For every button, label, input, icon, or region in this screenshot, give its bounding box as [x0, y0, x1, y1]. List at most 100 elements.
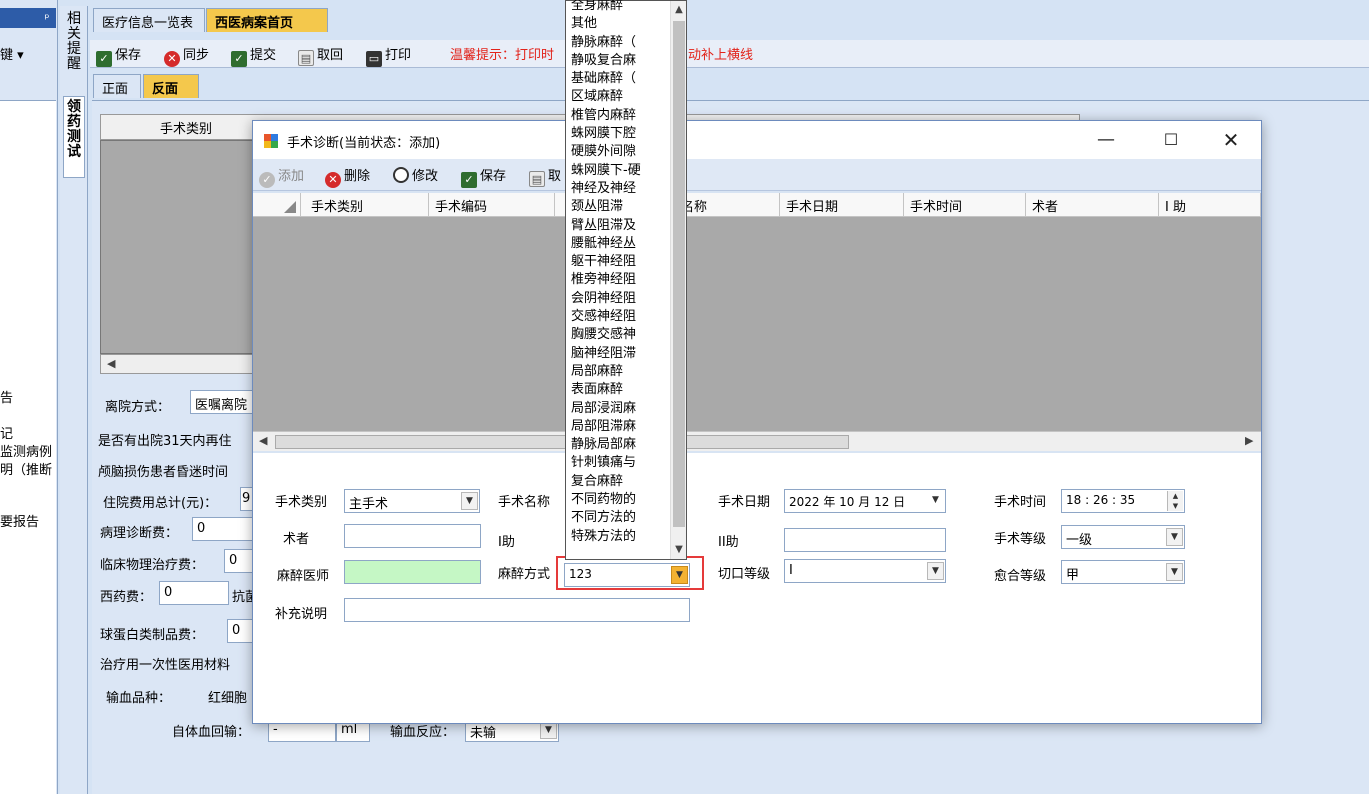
- dropdown-option[interactable]: 静脉麻醉（: [568, 34, 670, 52]
- grid-corner[interactable]: [253, 193, 301, 217]
- close-icon[interactable]: ✕: [1208, 125, 1254, 155]
- scroll-up-icon[interactable]: ▲: [671, 1, 687, 19]
- dropdown-option[interactable]: 神经及神经: [568, 180, 670, 198]
- col-surgery-category[interactable]: 手术类别: [301, 193, 429, 217]
- dropdown-option[interactable]: 局部浸润麻: [568, 400, 670, 418]
- chevron-down-icon[interactable]: ▼: [1166, 528, 1183, 546]
- scroll-thumb[interactable]: [275, 435, 849, 449]
- surgeon-field[interactable]: [344, 524, 481, 548]
- col-surgery-name[interactable]: 名称: [675, 193, 780, 217]
- save-button[interactable]: ✓ 保存: [96, 44, 141, 67]
- dropdown-option[interactable]: 会阴神经阻: [568, 290, 670, 308]
- tab-drug-test[interactable]: 领药测试: [63, 96, 85, 178]
- dropdown-option[interactable]: 不同方法的: [568, 509, 670, 527]
- discharge-method-field[interactable]: 医嘱离院: [190, 390, 254, 414]
- scroll-left-icon[interactable]: ◀: [259, 434, 267, 447]
- print-button[interactable]: ▭ 打印: [366, 44, 411, 67]
- dropdown-option[interactable]: 硬膜外间隙: [568, 143, 670, 161]
- dropdown-option[interactable]: 局部阻滞麻: [568, 418, 670, 436]
- surgery-category-select[interactable]: 主手术 ▼: [344, 489, 480, 513]
- dropdown-option[interactable]: 基础麻醉（: [568, 70, 670, 88]
- healing-level-select[interactable]: 甲 ▼: [1061, 560, 1185, 584]
- dropdown-option[interactable]: 静脉局部麻: [568, 436, 670, 454]
- dropdown-option[interactable]: 脑神经阻滞: [568, 345, 670, 363]
- pathology-fee-field[interactable]: 0: [192, 517, 254, 541]
- tab-front[interactable]: 正面: [93, 74, 141, 98]
- chevron-down-icon[interactable]: ▼: [1166, 563, 1183, 581]
- dropdown-option[interactable]: 蛛网膜下腔: [568, 125, 670, 143]
- left-list-item[interactable]: 监测病例: [0, 441, 52, 460]
- note-field[interactable]: [344, 598, 690, 622]
- dropdown-option[interactable]: 静吸复合麻: [568, 52, 670, 70]
- anesthetist-field[interactable]: [344, 560, 481, 584]
- left-list-item[interactable]: 明（推断: [0, 459, 52, 478]
- western-drug-fee-field[interactable]: 0: [159, 581, 229, 605]
- dropdown-option[interactable]: 复合麻醉: [568, 473, 670, 491]
- tab-related-reminders[interactable]: 相关提醒: [63, 12, 85, 72]
- chevron-down-icon[interactable]: ▼: [927, 492, 944, 510]
- surgery-date-picker[interactable]: 2022 年 10 月 12 日 ▼: [784, 489, 946, 513]
- edit-button[interactable]: 修改: [393, 165, 438, 184]
- col-surgery-time[interactable]: 手术时间: [904, 193, 1026, 217]
- dropdown-option[interactable]: 针刺镇痛与: [568, 454, 670, 472]
- fetch-button[interactable]: ▤ 取: [529, 165, 561, 187]
- col-surgery-code[interactable]: 手术编码: [429, 193, 555, 217]
- left-list-item[interactable]: 要报告: [0, 511, 39, 530]
- background-grid-scrollbar[interactable]: ◀: [100, 354, 260, 374]
- dropdown-option[interactable]: 表面麻醉: [568, 381, 670, 399]
- dropdown-scrollbar[interactable]: ▲ ▼: [670, 1, 686, 559]
- save-button[interactable]: ✓ 保存: [461, 165, 506, 188]
- dialog-titlebar[interactable]: 手术诊断(当前状态：添加) — ☐ ✕: [253, 121, 1261, 159]
- dropdown-option[interactable]: 不同药物的: [568, 491, 670, 509]
- tab-back[interactable]: 反面: [143, 74, 199, 98]
- left-list-item[interactable]: 记: [0, 423, 13, 442]
- pin-icon[interactable]: ᵖ: [40, 8, 54, 28]
- scroll-left-icon[interactable]: ◀: [107, 357, 115, 370]
- dropdown-option[interactable]: 胸腰交感神: [568, 326, 670, 344]
- fetch-button[interactable]: ▤ 取回: [298, 44, 343, 66]
- dropdown-option[interactable]: 椎管内麻醉: [568, 107, 670, 125]
- dropdown-option[interactable]: 其他: [568, 15, 670, 33]
- tab-western-record-home[interactable]: 西医病案首页: [206, 8, 328, 32]
- col-surgery-date[interactable]: 手术日期: [780, 193, 904, 217]
- time-spinner[interactable]: ▲ ▼: [1167, 491, 1183, 511]
- dropdown-option[interactable]: 交感神经阻: [568, 308, 670, 326]
- dropdown-option[interactable]: 椎旁神经阻: [568, 271, 670, 289]
- left-key-dropdown[interactable]: 键 ▾: [0, 44, 24, 63]
- dropdown-option[interactable]: 区域麻醉: [568, 88, 670, 106]
- add-button[interactable]: ✓ 添加: [259, 165, 304, 188]
- incision-level-select[interactable]: I ▼: [784, 559, 946, 583]
- dropdown-option[interactable]: 臂丛阻滞及: [568, 217, 670, 235]
- dropdown-option[interactable]: 躯干神经阻: [568, 253, 670, 271]
- sync-button[interactable]: ✕ 同步: [164, 44, 209, 67]
- tab-medical-overview[interactable]: 医疗信息一览表: [93, 8, 205, 32]
- maximize-icon[interactable]: ☐: [1148, 125, 1194, 155]
- col-surgeon[interactable]: 术者: [1026, 193, 1159, 217]
- dropdown-option[interactable]: 颈丛阻滞: [568, 198, 670, 216]
- delete-icon: ✕: [325, 172, 341, 188]
- chevron-down-icon[interactable]: ▼: [461, 492, 478, 510]
- scroll-right-icon[interactable]: ▶: [1245, 434, 1253, 447]
- globulin-fee-field[interactable]: 0: [227, 619, 254, 643]
- dropdown-option[interactable]: 局部麻醉: [568, 363, 670, 381]
- scroll-down-icon[interactable]: ▼: [671, 541, 687, 559]
- spin-down-icon[interactable]: ▼: [1168, 501, 1183, 511]
- surgery-level-select[interactable]: 一级 ▼: [1061, 525, 1185, 549]
- dropdown-option[interactable]: 腰骶神经丛: [568, 235, 670, 253]
- scroll-thumb[interactable]: [673, 21, 685, 527]
- dropdown-option[interactable]: 蛛网膜下-硬: [568, 162, 670, 180]
- surgery-grid-scrollbar[interactable]: ◀ ▶: [253, 431, 1261, 451]
- left-list-item[interactable]: 告: [0, 387, 13, 406]
- surgery-time-picker[interactable]: 18 : 26 : 35 ▲ ▼: [1061, 489, 1185, 513]
- assistant2-field[interactable]: [784, 528, 946, 552]
- physio-fee-field[interactable]: 0: [224, 549, 254, 573]
- chevron-down-icon[interactable]: ▼: [927, 562, 944, 580]
- spin-up-icon[interactable]: ▲: [1168, 491, 1183, 501]
- col-assistant1[interactable]: I 助: [1159, 193, 1261, 217]
- dropdown-option[interactable]: 特殊方法的: [568, 528, 670, 546]
- incision-level-label: 切口等级: [718, 567, 771, 582]
- dropdown-option[interactable]: 全身麻醉: [568, 0, 670, 15]
- submit-button[interactable]: ✓ 提交: [231, 44, 276, 67]
- minimize-icon[interactable]: —: [1083, 125, 1129, 155]
- delete-button[interactable]: ✕ 删除: [325, 165, 370, 188]
